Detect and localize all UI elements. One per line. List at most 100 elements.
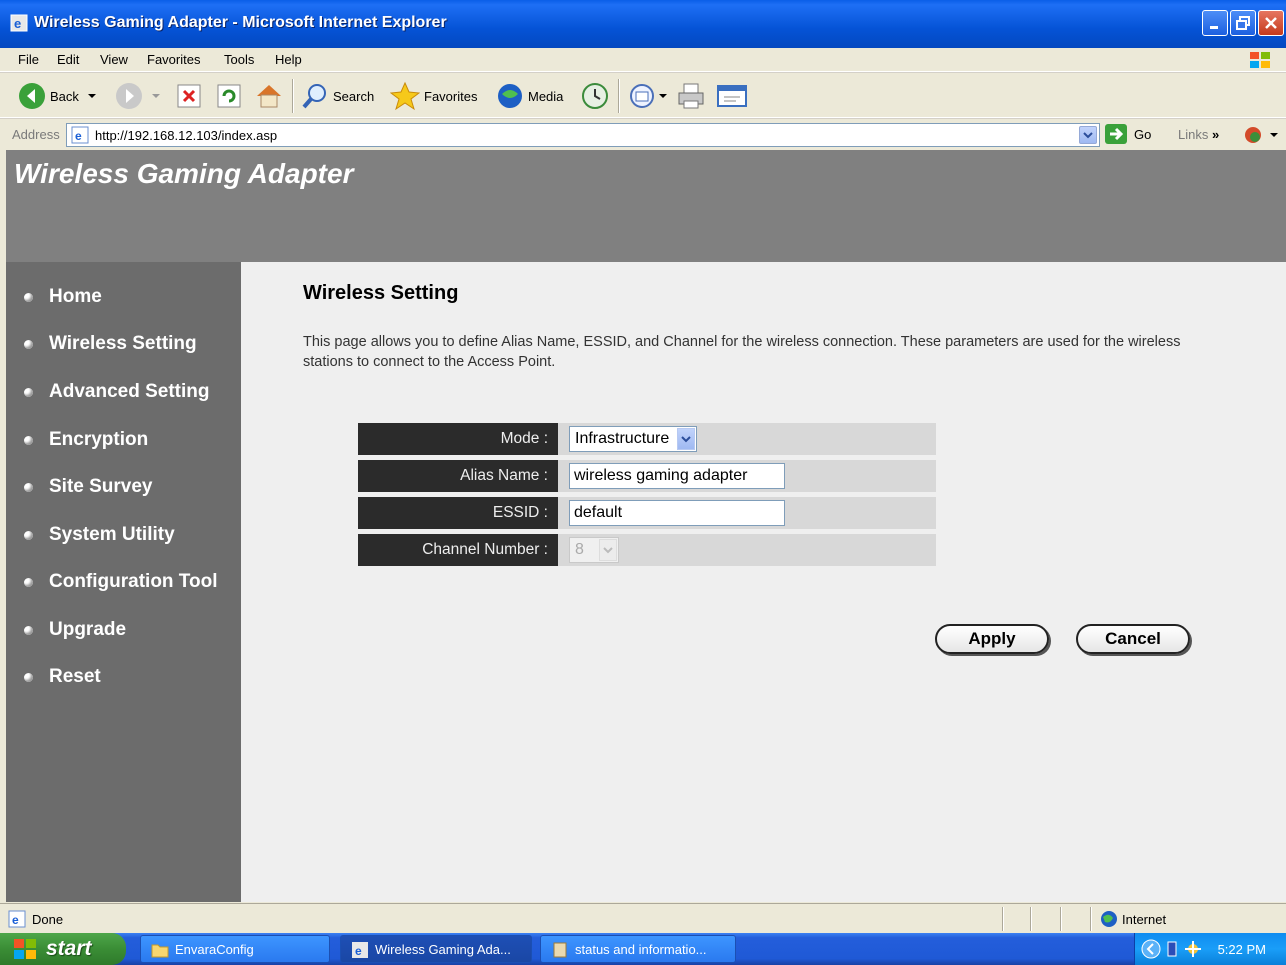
chevron-down-icon	[659, 94, 667, 98]
banner-title: Wireless Gaming Adapter	[14, 158, 354, 189]
bullet-icon	[24, 625, 33, 635]
nav-upgrade[interactable]: Upgrade	[24, 619, 126, 641]
battery-icon[interactable]	[1165, 940, 1179, 958]
edit-page-icon	[717, 85, 747, 107]
svg-text:e: e	[75, 129, 82, 143]
minimize-button[interactable]	[1202, 10, 1228, 36]
mode-select[interactable]: Infrastructure	[569, 426, 697, 452]
bullet-icon	[24, 435, 33, 445]
task-wireless-gaming-adapter[interactable]: e Wireless Gaming Ada...	[340, 935, 532, 963]
mail-button[interactable]	[628, 79, 668, 113]
close-button[interactable]	[1258, 10, 1284, 36]
nav-site-survey[interactable]: Site Survey	[24, 476, 153, 498]
web-page: Wireless Gaming Adapter Home Wireless Se…	[6, 150, 1286, 902]
svg-text:e: e	[12, 913, 19, 927]
security-zone: Internet	[1122, 912, 1167, 927]
restore-button[interactable]	[1230, 10, 1256, 36]
start-button[interactable]: start	[0, 933, 126, 965]
mail-icon	[630, 84, 654, 108]
alias-name-input[interactable]: wireless gaming adapter	[569, 463, 785, 489]
status-bar: e Done Internet	[0, 903, 1286, 933]
search-button[interactable]: Search	[301, 79, 374, 113]
chevron-down-icon	[152, 94, 160, 98]
printer-icon	[678, 83, 704, 109]
address-dropdown[interactable]	[1079, 126, 1097, 144]
home-button[interactable]	[254, 79, 284, 113]
task-envaraconfig[interactable]: EnvaraConfig	[140, 935, 330, 963]
restore-icon	[1236, 16, 1250, 30]
bullet-icon	[24, 672, 33, 682]
stop-button[interactable]	[176, 79, 202, 113]
tray-expand-icon[interactable]	[1141, 939, 1161, 959]
star-icon	[390, 81, 420, 111]
svg-text:e: e	[355, 944, 362, 958]
nav-home[interactable]: Home	[24, 286, 102, 308]
bullet-icon	[24, 339, 33, 349]
nav-configuration-tool[interactable]: Configuration Tool	[24, 571, 218, 593]
back-arrow-icon	[19, 83, 45, 109]
media-icon	[498, 84, 522, 108]
windows-logo-icon	[1250, 52, 1270, 68]
task-status-information[interactable]: status and informatio...	[540, 935, 736, 963]
forward-button[interactable]	[115, 79, 163, 113]
mode-row: Mode : Infrastructure	[358, 423, 936, 455]
close-icon	[1265, 17, 1277, 29]
chevron-down-icon	[599, 539, 617, 561]
search-icon	[302, 84, 326, 109]
chevron-down-icon	[1083, 132, 1093, 139]
nav-system-utility[interactable]: System Utility	[24, 524, 175, 546]
svg-text:e: e	[14, 16, 21, 31]
history-button[interactable]	[580, 79, 610, 113]
folder-icon	[151, 944, 169, 958]
channel-row: Channel Number : 8	[358, 534, 936, 566]
alias-row: Alias Name : wireless gaming adapter	[358, 460, 936, 492]
window-titlebar: e Wireless Gaming Adapter - Microsoft In…	[0, 0, 1286, 48]
address-label: Address	[12, 127, 60, 142]
go-arrow-icon	[1105, 124, 1127, 144]
menu-bar: File Edit View Favorites Tools Help	[0, 48, 1286, 72]
essid-label: ESSID :	[358, 497, 558, 529]
app-icon	[553, 942, 567, 958]
go-button[interactable]: Go	[1104, 123, 1151, 145]
print-button[interactable]	[676, 79, 706, 113]
nav-reset[interactable]: Reset	[24, 666, 101, 688]
menu-edit[interactable]: Edit	[57, 52, 79, 67]
nav-advanced-setting[interactable]: Advanced Setting	[24, 381, 209, 403]
links-toolbar[interactable]: Links »	[1178, 127, 1219, 142]
essid-row: ESSID : default	[358, 497, 936, 529]
bullet-icon	[24, 577, 33, 587]
apply-button[interactable]: Apply	[935, 624, 1049, 654]
menu-file[interactable]: File	[18, 52, 39, 67]
address-bar: Address e http://192.168.12.103/index.as…	[0, 118, 1286, 150]
media-button[interactable]: Media	[496, 79, 563, 113]
cancel-button[interactable]: Cancel	[1076, 624, 1190, 654]
edit-button[interactable]	[716, 79, 748, 113]
ie-icon: e	[10, 14, 28, 32]
essid-input[interactable]: default	[569, 500, 785, 526]
address-input[interactable]: e http://192.168.12.103/index.asp	[66, 123, 1100, 147]
network-icon[interactable]	[1183, 939, 1203, 959]
alias-label: Alias Name :	[358, 460, 558, 492]
main-content: Wireless Setting This page allows you to…	[241, 262, 1286, 902]
clock: 5:22 PM	[1217, 942, 1266, 957]
system-tray: 5:22 PM	[1134, 933, 1286, 965]
menu-help[interactable]: Help	[275, 52, 302, 67]
nav-wireless-setting[interactable]: Wireless Setting	[24, 333, 197, 355]
window-title: Wireless Gaming Adapter - Microsoft Inte…	[34, 14, 447, 31]
minimize-icon	[1210, 26, 1218, 29]
page-icon: e	[8, 910, 26, 928]
page-icon: e	[71, 126, 89, 144]
menu-favorites[interactable]: Favorites	[147, 52, 200, 67]
favorites-button[interactable]: Favorites	[390, 79, 477, 113]
bullet-icon	[24, 530, 33, 540]
page-banner: Wireless Gaming Adapter	[6, 150, 1286, 262]
chevron-down-icon	[677, 428, 695, 450]
channel-select[interactable]: 8	[569, 537, 619, 563]
menu-view[interactable]: View	[100, 52, 128, 67]
refresh-button[interactable]	[216, 79, 242, 113]
back-button[interactable]: Back	[18, 79, 99, 113]
nav-encryption[interactable]: Encryption	[24, 429, 148, 451]
sidebar-nav: Home Wireless Setting Advanced Setting E…	[6, 262, 241, 902]
menu-tools[interactable]: Tools	[224, 52, 254, 67]
messenger-icon[interactable]	[1242, 124, 1278, 146]
